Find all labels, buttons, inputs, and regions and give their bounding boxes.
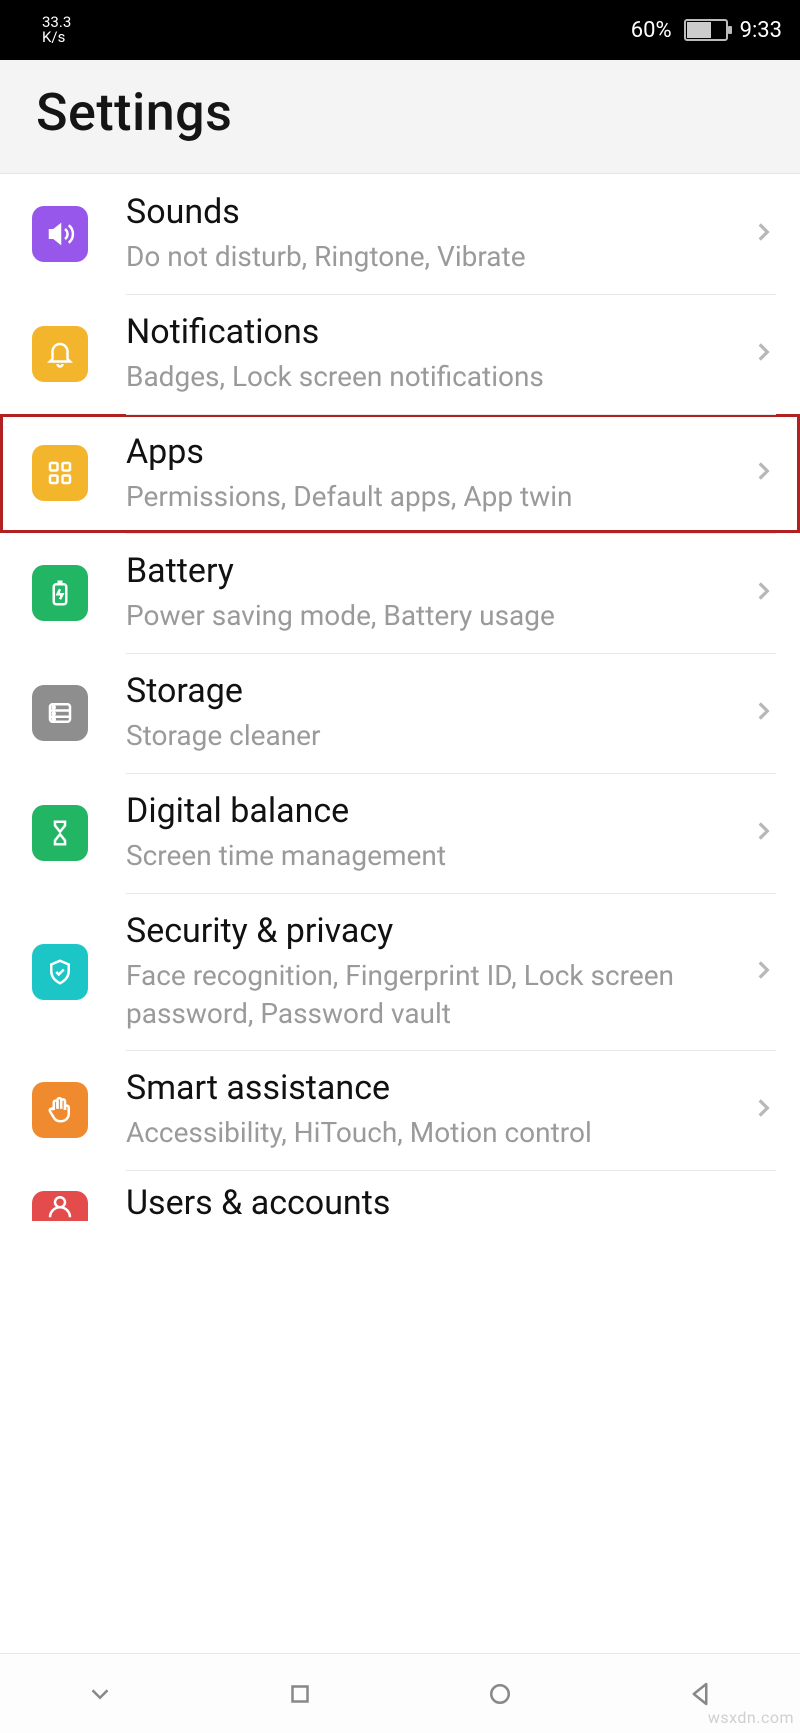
settings-header: Settings (0, 60, 800, 174)
nav-hide-keyboard[interactable] (0, 1679, 200, 1709)
row-security-privacy[interactable]: Security & privacy Face recognition, Fin… (0, 893, 800, 1051)
settings-list: Sounds Do not disturb, Ringtone, Vibrate… (0, 174, 800, 1230)
nav-home[interactable] (400, 1679, 600, 1709)
row-subtitle: Power saving mode, Battery usage (126, 597, 734, 635)
row-title: Battery (126, 551, 734, 591)
row-text: Battery Power saving mode, Battery usage (126, 551, 750, 635)
row-text: Sounds Do not disturb, Ringtone, Vibrate (126, 192, 750, 276)
chevron-right-icon (750, 1095, 776, 1125)
page-title: Settings (36, 82, 764, 143)
status-clock: 9:33 (740, 18, 782, 43)
chevron-right-icon (750, 339, 776, 369)
row-subtitle: Screen time management (126, 837, 734, 875)
row-subtitle: Accessibility, HiTouch, Motion control (126, 1114, 734, 1152)
row-title: Storage (126, 671, 734, 711)
row-subtitle: Permissions, Default apps, App twin (126, 478, 734, 516)
row-title: Apps (126, 432, 734, 472)
hand-icon (32, 1082, 88, 1138)
battery-percent: 60% (631, 18, 672, 43)
chevron-right-icon (750, 957, 776, 987)
row-title: Smart assistance (126, 1068, 734, 1108)
row-subtitle: Face recognition, Fingerprint ID, Lock s… (126, 957, 734, 1033)
row-storage[interactable]: Storage Storage cleaner (0, 653, 800, 773)
status-right: 60% 9:33 (631, 18, 782, 43)
sound-icon (32, 206, 88, 262)
row-text: Digital balance Screen time management (126, 791, 750, 875)
storage-icon (32, 685, 88, 741)
chevron-right-icon (750, 818, 776, 848)
battery-icon (32, 565, 88, 621)
row-digital-balance[interactable]: Digital balance Screen time management (0, 773, 800, 893)
shield-icon (32, 944, 88, 1000)
row-text: Notifications Badges, Lock screen notifi… (126, 312, 750, 396)
nav-recent-apps[interactable] (200, 1679, 400, 1709)
row-subtitle: Storage cleaner (126, 717, 734, 755)
chevron-right-icon (750, 219, 776, 249)
row-apps[interactable]: Apps Permissions, Default apps, App twin (0, 414, 800, 534)
bell-icon (32, 326, 88, 382)
row-subtitle: Do not disturb, Ringtone, Vibrate (126, 238, 734, 276)
row-title: Users & accounts (126, 1183, 760, 1223)
navigation-bar (0, 1653, 800, 1733)
status-left: 33.3 K/s (18, 15, 83, 45)
row-text: Apps Permissions, Default apps, App twin (126, 432, 750, 516)
network-speed-unit: K/s (42, 30, 71, 45)
avatar-icon (32, 1191, 88, 1221)
row-title: Sounds (126, 192, 734, 232)
row-sounds[interactable]: Sounds Do not disturb, Ringtone, Vibrate (0, 174, 800, 294)
status-bar: 33.3 K/s 60% 9:33 (0, 0, 800, 60)
row-text: Smart assistance Accessibility, HiTouch,… (126, 1068, 750, 1152)
apps-grid-icon (32, 445, 88, 501)
row-text: Storage Storage cleaner (126, 671, 750, 755)
battery-icon (684, 19, 728, 41)
chevron-right-icon (750, 698, 776, 728)
row-title: Notifications (126, 312, 734, 352)
network-speed: 33.3 K/s (42, 15, 71, 45)
hourglass-icon (32, 805, 88, 861)
row-users-accounts[interactable]: Users & accounts (0, 1170, 800, 1230)
chevron-right-icon (750, 458, 776, 488)
row-text: Users & accounts (126, 1183, 776, 1229)
battery-fill (687, 22, 711, 38)
row-smart-assistance[interactable]: Smart assistance Accessibility, HiTouch,… (0, 1050, 800, 1170)
row-notifications[interactable]: Notifications Badges, Lock screen notifi… (0, 294, 800, 414)
nav-back[interactable] (600, 1679, 800, 1709)
row-battery[interactable]: Battery Power saving mode, Battery usage (0, 533, 800, 653)
row-title: Security & privacy (126, 911, 734, 951)
row-title: Digital balance (126, 791, 734, 831)
chevron-right-icon (750, 578, 776, 608)
row-text: Security & privacy Face recognition, Fin… (126, 911, 750, 1033)
row-subtitle: Badges, Lock screen notifications (126, 358, 734, 396)
